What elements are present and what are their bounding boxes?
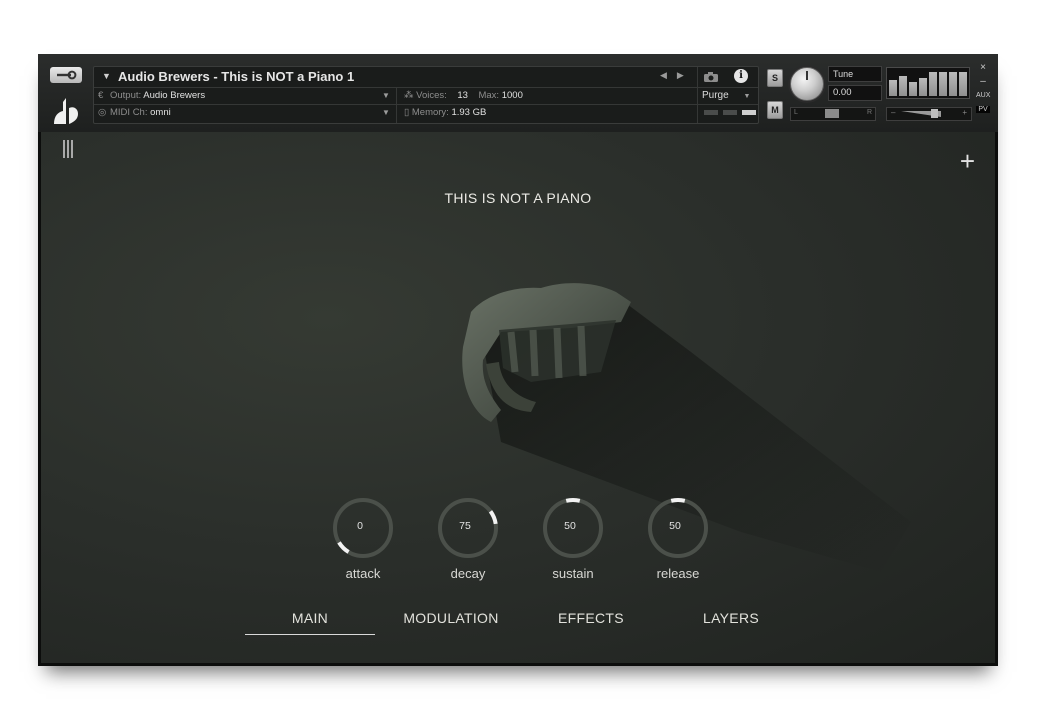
mute-button[interactable]: M xyxy=(767,101,783,119)
indicator xyxy=(704,110,718,115)
indicator xyxy=(723,110,737,115)
purge-dropdown-icon[interactable]: ▼ xyxy=(743,93,750,100)
wrench-icon[interactable] xyxy=(50,67,82,83)
indicator xyxy=(742,110,756,115)
instrument-panel-title: THIS IS NOT A PIANO xyxy=(444,190,592,206)
instrument-window: ▼ Audio Brewers - This is NOT a Piano 1 … xyxy=(38,54,998,666)
midi-row: ◎ MIDI Ch: omni ▼ ▯ Memory: 1.93 GB xyxy=(94,104,758,121)
tune-value[interactable]: 0.00 xyxy=(828,85,882,101)
collapse-bars-icon[interactable] xyxy=(63,140,73,158)
meter-bar xyxy=(919,78,927,96)
knob-release[interactable]: 50 release xyxy=(643,496,713,581)
midi-value[interactable]: omni xyxy=(150,107,171,118)
tune-knob[interactable] xyxy=(790,67,824,101)
output-dropdown-icon[interactable]: ▼ xyxy=(382,91,390,100)
knob-decay-value: 75 xyxy=(459,520,471,532)
level-meter xyxy=(886,67,970,99)
meter-bar xyxy=(899,76,907,96)
pan-thumb[interactable] xyxy=(825,109,839,118)
output-label-group: Output: Audio Brewers xyxy=(110,90,205,101)
meter-bar xyxy=(889,80,897,96)
knob-sustain-value: 50 xyxy=(564,520,576,532)
status-indicators xyxy=(704,110,756,115)
knob-indicator xyxy=(565,498,581,503)
knob-decay[interactable]: 75 decay xyxy=(433,496,503,581)
minimize-icon[interactable]: – xyxy=(976,76,990,87)
tab-layers[interactable]: LAYERS xyxy=(666,610,796,634)
midi-icon: ◎ xyxy=(98,107,107,118)
pan-left-label: L xyxy=(794,109,798,116)
instrument-info-panel: ▼ Audio Brewers - This is NOT a Piano 1 … xyxy=(93,66,759,124)
max-label: Max: xyxy=(478,90,500,101)
solo-button[interactable]: S xyxy=(767,69,783,87)
meter-bar xyxy=(909,82,917,96)
instrument-title-bar: ▼ Audio Brewers - This is NOT a Piano 1 … xyxy=(94,67,758,88)
knob-attack-value: 0 xyxy=(357,520,363,532)
tab-main[interactable]: MAIN xyxy=(245,610,375,635)
volume-thumb[interactable] xyxy=(931,109,938,118)
tune-label: Tune xyxy=(828,66,882,82)
pan-right-label: R xyxy=(866,109,872,116)
info-icon[interactable]: i xyxy=(734,69,748,83)
pan-slider[interactable]: L R xyxy=(790,107,876,121)
camera-icon[interactable] xyxy=(702,70,720,83)
purge-button[interactable]: Purge ▼ xyxy=(702,90,750,101)
knob-indicator xyxy=(337,541,350,554)
voices-label: Voices: xyxy=(416,90,447,101)
midi-label-group: MIDI Ch: omni xyxy=(110,107,171,118)
instrument-name[interactable]: Audio Brewers - This is NOT a Piano 1 xyxy=(118,69,354,84)
aux-button[interactable]: AUX xyxy=(976,92,990,99)
volume-plus-icon[interactable]: + xyxy=(962,108,967,117)
knob-decay-label: decay xyxy=(450,566,486,581)
voices-group: ⁂ Voices: 13 Max: 1000 xyxy=(404,90,523,101)
dropdown-arrow-icon[interactable]: ▼ xyxy=(102,71,111,81)
midi-label: MIDI Ch: xyxy=(110,107,148,118)
knob-attack[interactable]: 0 attack xyxy=(328,496,398,581)
meter-bar xyxy=(939,72,947,96)
plus-icon[interactable]: + xyxy=(960,148,975,174)
meter-bar xyxy=(949,72,957,96)
knob-sustain-label: sustain xyxy=(552,566,594,581)
output-value[interactable]: Audio Brewers xyxy=(143,90,205,101)
brand-logo-icon xyxy=(50,94,82,128)
output-row: € Output: Audio Brewers ▼ ⁂ Voices: 13 M… xyxy=(94,67,758,123)
output-icon: € xyxy=(98,90,104,101)
tab-modulation[interactable]: MODULATION xyxy=(386,610,516,634)
knob-release-value: 50 xyxy=(669,520,681,532)
pv-button[interactable]: PV xyxy=(976,106,990,113)
knob-release-label: release xyxy=(656,566,700,581)
volume-slider[interactable]: – + xyxy=(886,107,972,121)
max-value[interactable]: 1000 xyxy=(502,90,523,101)
purge-label[interactable]: Purge xyxy=(702,90,729,101)
instrument-panel: + THIS IS NOT A PIANO 0 attack 75 decay … xyxy=(41,132,995,663)
volume-minus-icon[interactable]: – xyxy=(891,108,895,117)
close-icon[interactable]: × xyxy=(976,62,990,73)
memory-label: Memory: xyxy=(411,107,449,118)
instrument-header: ▼ Audio Brewers - This is NOT a Piano 1 … xyxy=(38,54,998,132)
output-label: Output: xyxy=(110,90,142,101)
tab-effects[interactable]: EFFECTS xyxy=(526,610,656,634)
meter-bar xyxy=(959,72,967,96)
voices-value: 13 xyxy=(457,90,468,101)
midi-dropdown-icon[interactable]: ▼ xyxy=(382,108,390,117)
knob-attack-label: attack xyxy=(345,566,381,581)
knob-sustain[interactable]: 50 sustain xyxy=(538,496,608,581)
memory-group: ▯ Memory: 1.93 GB xyxy=(404,107,487,118)
knob-indicator xyxy=(670,498,686,503)
memory-value: 1.93 GB xyxy=(451,107,487,118)
prev-next-arrows-icon[interactable]: ◀▶ xyxy=(660,70,694,81)
meter-bar xyxy=(929,72,937,96)
